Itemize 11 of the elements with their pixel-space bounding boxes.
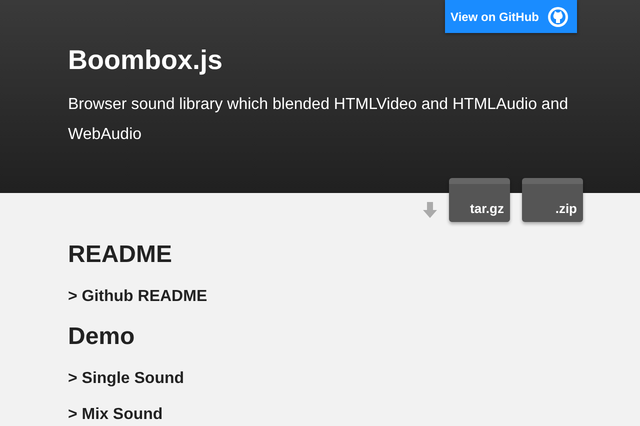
folder-download-button[interactable]: tar.gz (449, 178, 510, 222)
octocat-icon (547, 6, 569, 28)
page-link[interactable]: > Mix Sound (68, 405, 163, 425)
download-arrow-icon (423, 202, 437, 218)
section-heading: Demo (68, 323, 136, 351)
page-link[interactable]: > Single Sound (68, 369, 184, 389)
section-heading: README (68, 241, 174, 269)
page-title: Boombox.js (68, 45, 223, 76)
folder-download-button[interactable]: .zip (522, 178, 583, 222)
page-link[interactable]: > Github README (68, 287, 208, 307)
page-description: Browser sound library which blended HTMLVideo and HTMLAudio and WebAudio (68, 95, 570, 145)
